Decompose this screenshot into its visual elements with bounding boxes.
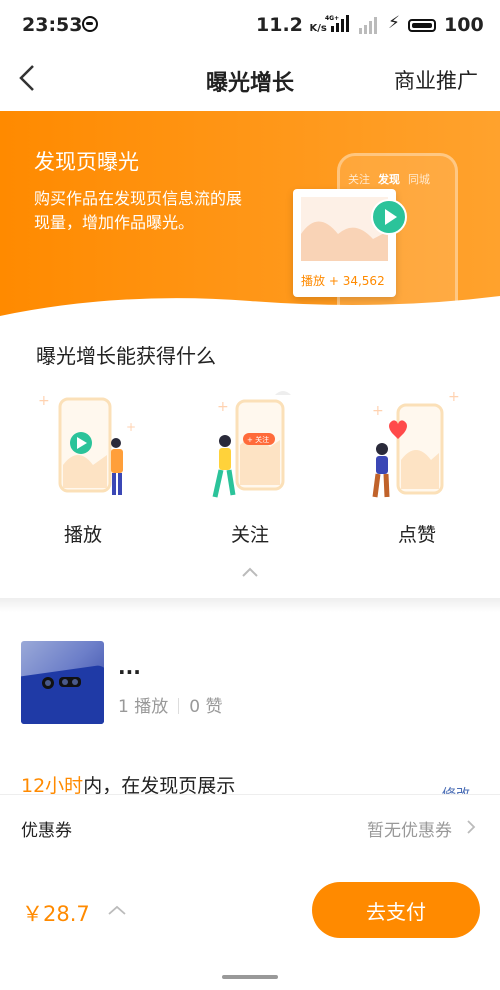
like-illustration-icon: + + bbox=[372, 389, 460, 498]
svg-text:+: + bbox=[448, 389, 460, 405]
benefit-play: + + 播放 bbox=[8, 385, 158, 555]
svg-text:+: + bbox=[372, 403, 384, 419]
svg-text:+: + bbox=[126, 420, 136, 434]
work-likes: 0 赞 bbox=[189, 697, 223, 717]
phone-tabs: 关注 发现 同城 bbox=[348, 171, 438, 187]
stats-divider bbox=[178, 698, 180, 714]
network-type: 4G+ bbox=[325, 15, 339, 22]
nav-bar: 曝光增长 商业推广 bbox=[0, 52, 500, 106]
coupon-value: 暂无优惠券 bbox=[367, 821, 452, 841]
pay-button[interactable]: 去支付 bbox=[312, 882, 480, 938]
network-speed: 11.2 K/s bbox=[256, 14, 327, 36]
coupon-label: 优惠券 bbox=[21, 821, 72, 841]
business-promotion-link[interactable]: 商业推广 bbox=[394, 65, 478, 95]
banner-description: 购买作品在发现页信息流的展现量，增加作品曝光。 bbox=[34, 189, 243, 232]
network-speed-value: 11.2 bbox=[256, 14, 303, 36]
payment-bar: ￥28.7 去支付 bbox=[0, 860, 500, 990]
svg-text:+: + bbox=[38, 393, 50, 409]
edit-link[interactable]: 修改 bbox=[442, 784, 470, 794]
svg-text:+: + bbox=[217, 399, 229, 415]
follow-badge: + 关注 bbox=[247, 435, 269, 444]
work-plays: 1 播放 bbox=[118, 697, 169, 717]
benefits-title: 曝光增长能获得什么 bbox=[36, 344, 216, 368]
phone-tab-discover: 发现 bbox=[378, 173, 400, 186]
signal-4g-icon: 4G+ bbox=[325, 15, 349, 32]
play-icon bbox=[371, 199, 407, 235]
benefit-label-follow: 关注 bbox=[230, 524, 269, 546]
work-title: ... bbox=[118, 655, 141, 679]
benefit-label-play: 播放 bbox=[63, 524, 102, 546]
card-plays-label: 播放 bbox=[301, 274, 326, 288]
collapse-chevron-icon[interactable] bbox=[241, 566, 259, 578]
work-stats: 1 播放 0 赞 bbox=[118, 692, 222, 717]
price-detail-chevron-icon[interactable] bbox=[107, 904, 127, 916]
signal-empty-icon bbox=[359, 17, 377, 34]
follow-illustration-icon: + + 关注 bbox=[212, 391, 291, 498]
section-divider bbox=[0, 598, 500, 612]
status-bar: 23:53 11.2 K/s 4G+ ⚡ 100 bbox=[0, 0, 500, 52]
battery-icon bbox=[408, 19, 436, 32]
work-thumbnail bbox=[21, 641, 104, 724]
home-indicator[interactable] bbox=[222, 975, 278, 979]
chevron-right-icon bbox=[467, 820, 476, 834]
benefit-like: + + 点赞 bbox=[342, 385, 492, 555]
phone-photo-image bbox=[21, 665, 104, 724]
charging-icon: ⚡ bbox=[388, 13, 400, 33]
card-plays: 播放 + 34,562 bbox=[301, 272, 385, 289]
video-card-illustration: 播放 + 34,562 bbox=[293, 189, 407, 297]
banner-wave bbox=[0, 296, 500, 326]
coupon-row[interactable]: 优惠券 暂无优惠券 bbox=[0, 794, 500, 862]
phone-tab-follow: 关注 bbox=[348, 173, 370, 186]
battery-level: 100 bbox=[444, 14, 484, 36]
benefit-label-like: 点赞 bbox=[397, 524, 436, 546]
play-illustration-icon: + + bbox=[38, 393, 136, 495]
banner-title: 发现页曝光 bbox=[34, 150, 139, 174]
card-plays-value: + 34,562 bbox=[328, 274, 385, 288]
exposure-banner: 关注 发现 同城 播放 + 34,562 发现页曝光 购买作品在发现页信息流的展现量… bbox=[0, 111, 500, 326]
do-not-disturb-icon bbox=[82, 16, 98, 32]
total-price: ￥28.7 bbox=[22, 902, 90, 926]
status-time: 23:53 bbox=[22, 14, 83, 36]
phone-tab-nearby: 同城 bbox=[408, 173, 430, 186]
benefit-follow: + + 关注 关注 bbox=[175, 385, 325, 555]
